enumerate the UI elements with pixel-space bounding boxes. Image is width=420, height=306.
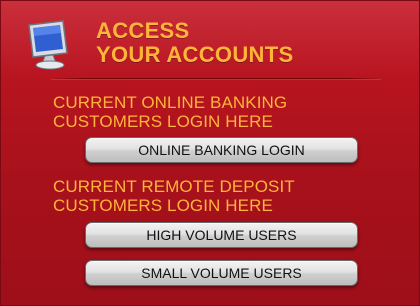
online-banking-text-line-1: CURRENT ONLINE BANKING xyxy=(53,93,288,112)
remote-deposit-text-line-1: CURRENT REMOTE DEPOSIT xyxy=(53,177,295,196)
online-banking-description: CURRENT ONLINE BANKING CUSTOMERS LOGIN H… xyxy=(53,93,287,131)
page-title: ACCESS YOUR ACCOUNTS xyxy=(96,19,293,67)
online-banking-text-line-2: CUSTOMERS LOGIN HERE xyxy=(53,112,273,131)
access-accounts-panel: ACCESS YOUR ACCOUNTS CURRENT ONLINE BANK… xyxy=(0,0,420,306)
online-banking-login-button[interactable]: ONLINE BANKING LOGIN xyxy=(85,137,358,163)
computer-monitor-icon xyxy=(23,19,77,71)
high-volume-users-button[interactable]: HIGH VOLUME USERS xyxy=(85,222,358,248)
title-line-2: YOUR ACCOUNTS xyxy=(96,42,294,67)
remote-deposit-text-line-2: CUSTOMERS LOGIN HERE xyxy=(53,196,273,215)
remote-deposit-description: CURRENT REMOTE DEPOSIT CUSTOMERS LOGIN H… xyxy=(53,177,295,215)
small-volume-users-button[interactable]: SMALL VOLUME USERS xyxy=(85,260,358,286)
title-line-1: ACCESS xyxy=(96,18,190,43)
divider xyxy=(51,78,381,79)
